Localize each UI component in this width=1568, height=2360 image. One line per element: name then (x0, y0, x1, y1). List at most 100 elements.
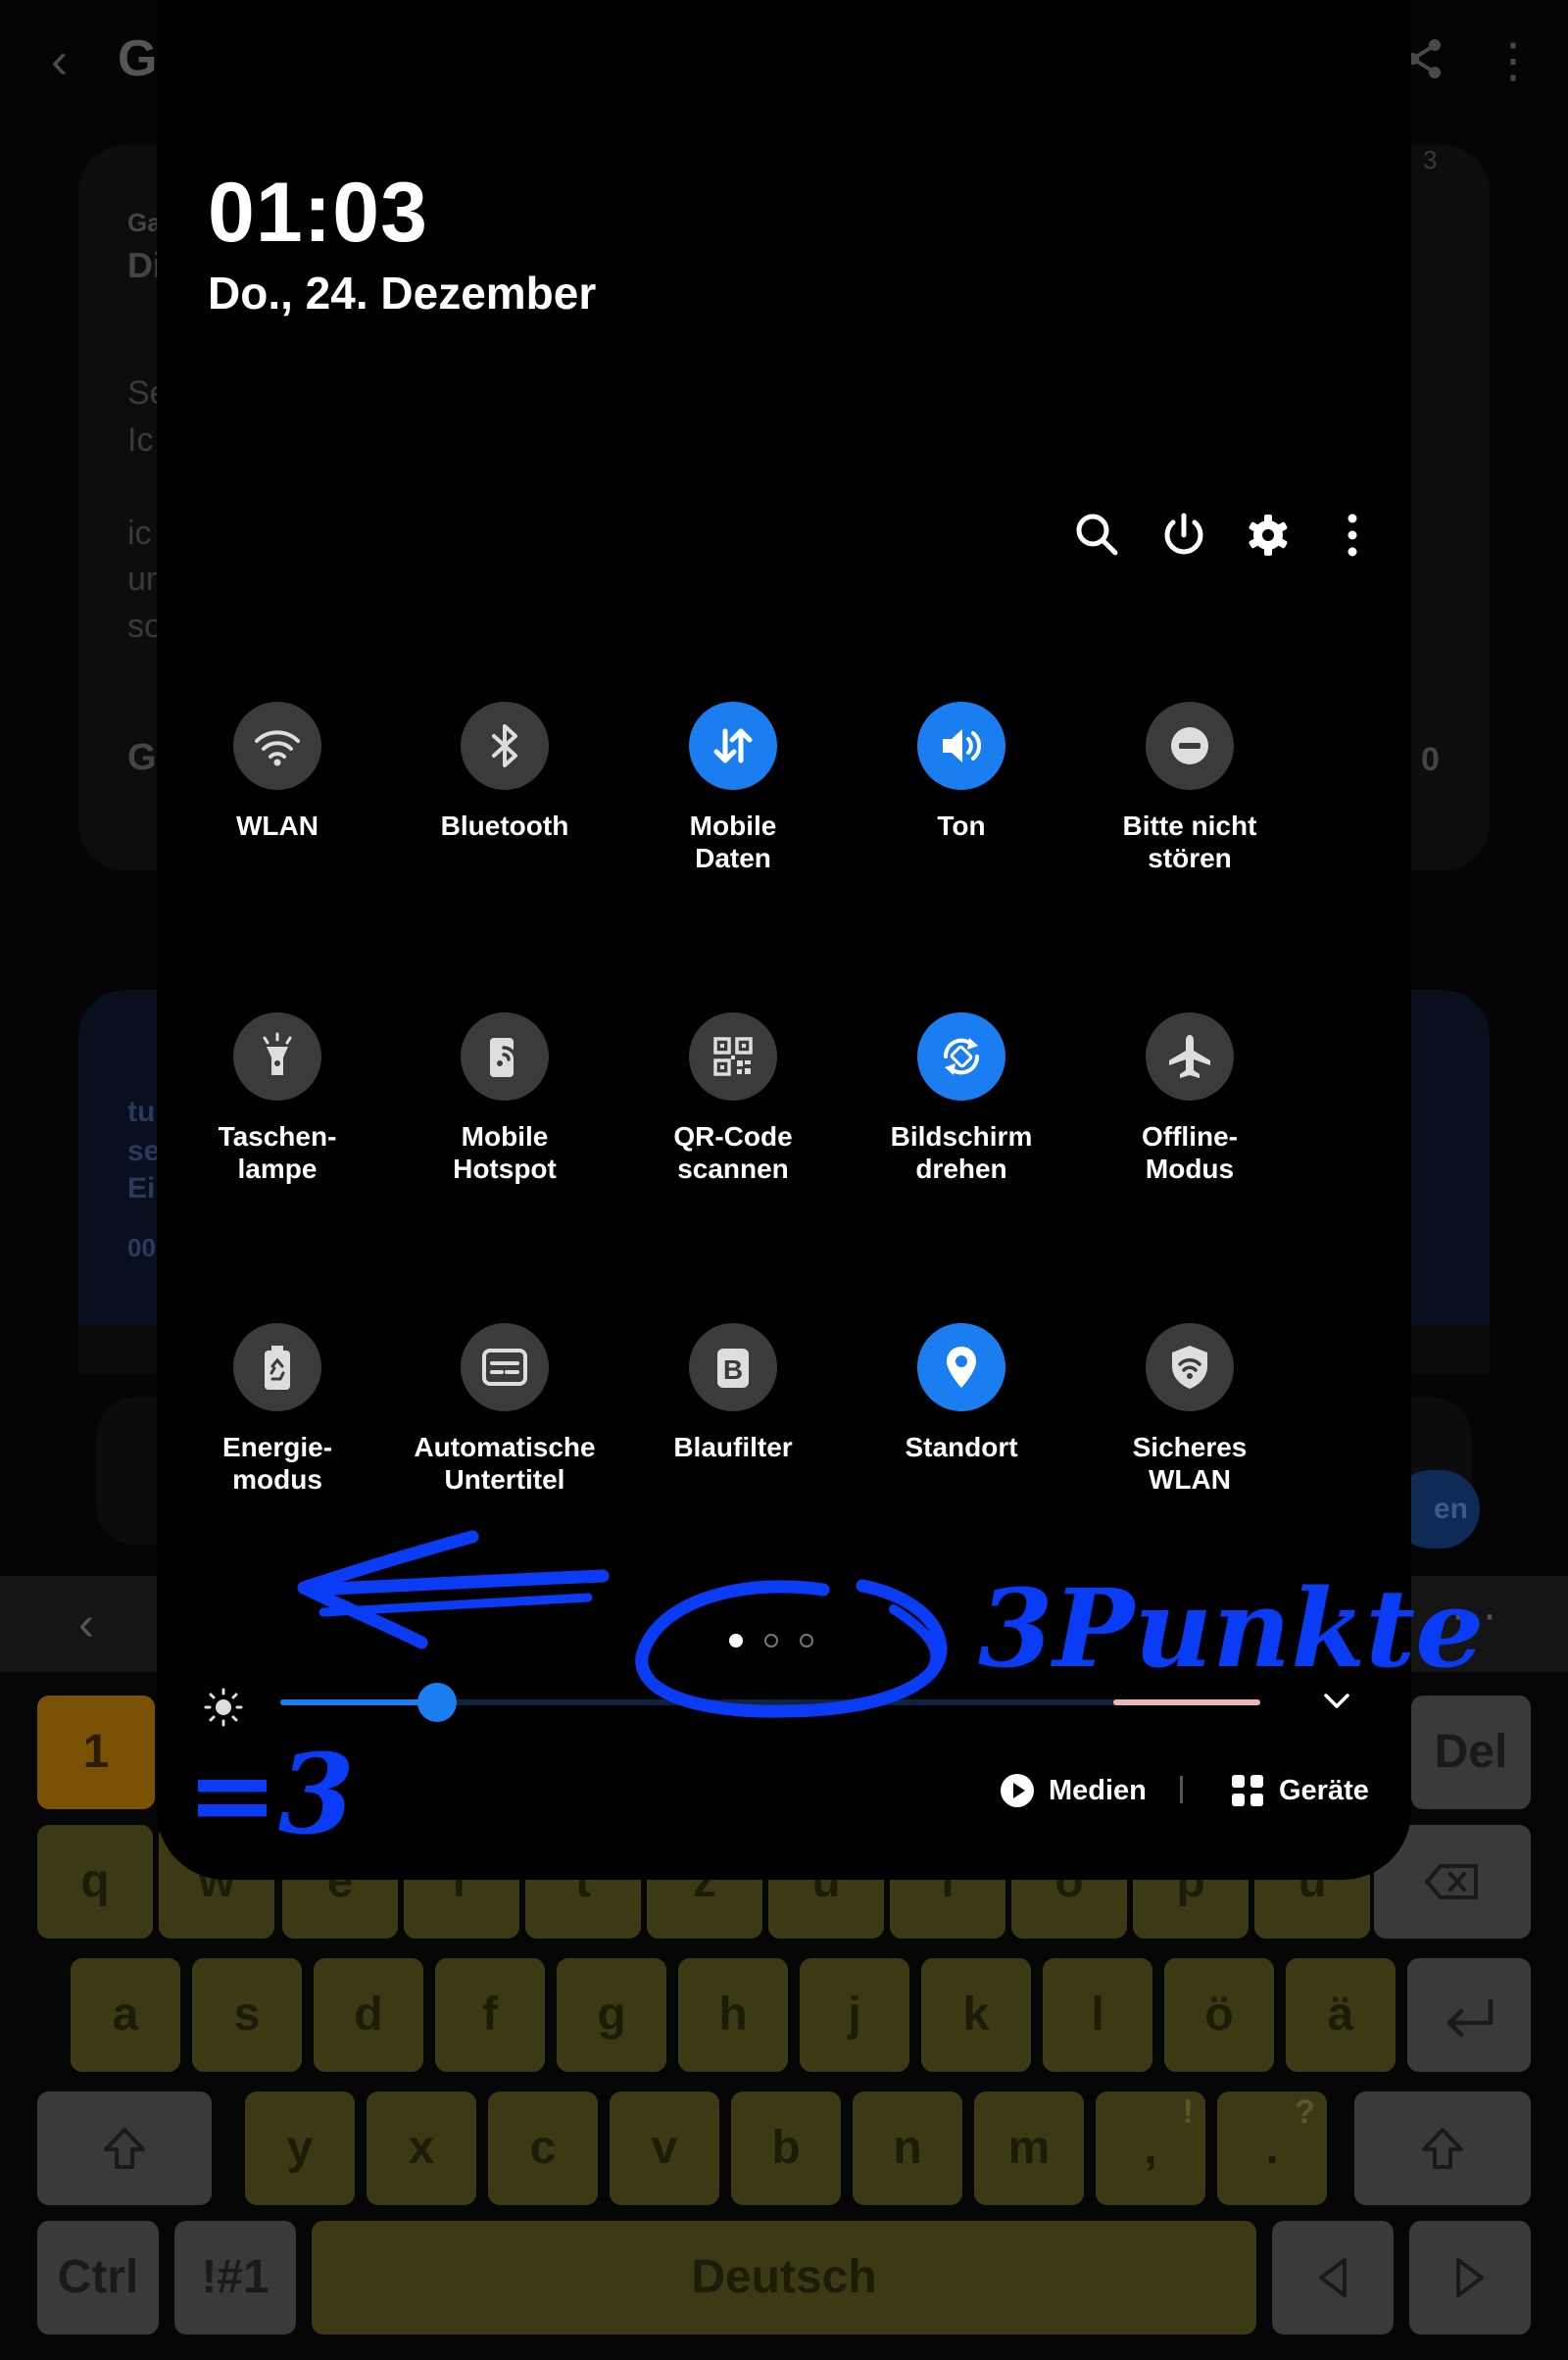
tile-location-pin[interactable]: Standort (858, 1323, 1064, 1463)
sound-icon[interactable] (917, 702, 1005, 790)
key-j[interactable]: j (800, 1958, 909, 2072)
shift-icon (1422, 2128, 1463, 2169)
devices-button[interactable]: Geräte (1230, 1769, 1369, 1812)
power-icon[interactable] (1154, 506, 1213, 565)
settings-gear-icon[interactable] (1239, 506, 1298, 565)
key-n[interactable]: n (853, 2091, 962, 2205)
tile-label: Blaufilter (673, 1432, 793, 1462)
media-button[interactable]: Medien (1000, 1769, 1147, 1812)
brightness-slider[interactable] (280, 1683, 1260, 1722)
cursor-left-key[interactable] (1272, 2221, 1394, 2335)
more-vertical-icon[interactable] (1323, 506, 1382, 565)
airplane-icon[interactable] (1146, 1012, 1234, 1101)
shift-key-left[interactable] (37, 2091, 212, 2205)
svg-text:B: B (723, 1354, 743, 1385)
brightness-slider-high-zone (1113, 1699, 1260, 1705)
key-v[interactable]: v (610, 2091, 719, 2205)
media-button-label: Medien (1049, 1774, 1147, 1806)
key-label: g (597, 1989, 626, 2040)
tile-label: Bitte nicht stören (1122, 811, 1257, 873)
panel-actions (157, 506, 1411, 565)
key-b[interactable]: b (731, 2091, 841, 2205)
background-text: G (127, 737, 157, 778)
key-period[interactable]: .? (1217, 2091, 1327, 2205)
mobile-data-icon[interactable] (689, 702, 777, 790)
key-ö[interactable]: ö (1164, 1958, 1274, 2072)
tile-subtitles[interactable]: Automatische Untertitel (402, 1323, 608, 1496)
blue-light-filter-icon[interactable]: B (689, 1323, 777, 1411)
tile-wifi[interactable]: WLAN (174, 702, 380, 842)
tile-airplane[interactable]: Offline- Modus (1087, 1012, 1293, 1185)
key-g[interactable]: g (557, 1958, 666, 2072)
battery-recycle-icon[interactable] (233, 1323, 321, 1411)
rotate-screen-icon[interactable] (917, 1012, 1005, 1101)
key-label: k (962, 1989, 990, 2040)
enter-key[interactable] (1407, 1958, 1531, 2072)
key-x[interactable]: x (367, 2091, 476, 2205)
date[interactable]: Do., 24. Dezember (208, 267, 596, 320)
key-s[interactable]: s (192, 1958, 302, 2072)
keyboard-toolbar-more-icon[interactable]: ··· (1450, 1588, 1497, 1642)
clock[interactable]: 01:03 (208, 165, 428, 262)
space-key[interactable]: Deutsch (312, 2221, 1256, 2335)
brightness-slider-handle[interactable] (417, 1683, 457, 1722)
tile-qr-code[interactable]: QR-Code scannen (630, 1012, 836, 1185)
tile-label: Mobile Hotspot (453, 1121, 557, 1184)
shift-icon (104, 2128, 145, 2169)
key-1[interactable]: 1 (37, 1696, 155, 1809)
page-dot[interactable] (800, 1634, 813, 1647)
tile-do-not-disturb[interactable]: Bitte nicht stören (1087, 702, 1293, 874)
keyboard-toolbar-back-icon[interactable]: ‹ (78, 1598, 94, 1651)
tile-flashlight[interactable]: Taschen- lampe (174, 1012, 380, 1185)
hotspot-icon[interactable] (461, 1012, 549, 1101)
qr-code-icon[interactable] (689, 1012, 777, 1101)
devices-button-label: Geräte (1279, 1774, 1369, 1806)
search-icon[interactable] (1068, 506, 1127, 565)
key-label: h (718, 1989, 748, 2040)
key-comma[interactable]: ,! (1096, 2091, 1205, 2205)
bluetooth-icon[interactable] (461, 702, 549, 790)
key-q[interactable]: q (37, 1825, 153, 1939)
key-k[interactable]: k (921, 1958, 1031, 2072)
tile-mobile-data[interactable]: Mobile Daten (630, 702, 836, 874)
chevron-down-icon[interactable] (1319, 1684, 1354, 1719)
shift-key-right[interactable] (1354, 2091, 1531, 2205)
tile-rotate-screen[interactable]: Bildschirm drehen (858, 1012, 1064, 1185)
tile-bluetooth[interactable]: Bluetooth (402, 702, 608, 842)
triangle-left-icon (1319, 2258, 1347, 2297)
secure-wifi-icon[interactable] (1146, 1323, 1234, 1411)
tile-sound[interactable]: Ton (858, 702, 1064, 842)
tile-label: Bluetooth (440, 811, 569, 841)
key-label: a (112, 1989, 139, 2040)
tile-label: QR-Code scannen (673, 1121, 793, 1184)
key-m[interactable]: m (974, 2091, 1084, 2205)
flashlight-icon[interactable] (233, 1012, 321, 1101)
tile-hotspot[interactable]: Mobile Hotspot (402, 1012, 608, 1185)
cursor-right-key[interactable] (1409, 2221, 1531, 2335)
page-dot[interactable] (764, 1634, 778, 1647)
subtitles-icon[interactable] (461, 1323, 549, 1411)
location-pin-icon[interactable] (917, 1323, 1005, 1411)
do-not-disturb-icon[interactable] (1146, 702, 1234, 790)
key-c[interactable]: c (488, 2091, 598, 2205)
key-y[interactable]: y (245, 2091, 355, 2205)
tile-label: Energie- modus (221, 1432, 333, 1495)
background-more-icon: ⋮ (1490, 35, 1537, 87)
page-dot[interactable] (729, 1634, 743, 1647)
del-key[interactable]: Del (1411, 1696, 1531, 1809)
tile-blue-light-filter[interactable]: B Blaufilter (630, 1323, 836, 1463)
key-d[interactable]: d (314, 1958, 423, 2072)
key-l[interactable]: l (1043, 1958, 1152, 2072)
key-h[interactable]: h (678, 1958, 788, 2072)
tile-secure-wifi[interactable]: Sicheres WLAN (1087, 1323, 1293, 1496)
key-ä[interactable]: ä (1286, 1958, 1396, 2072)
key-a[interactable]: a (71, 1958, 180, 2072)
ctrl-key[interactable]: Ctrl (37, 2221, 159, 2335)
key-f[interactable]: f (435, 1958, 545, 2072)
key-label: b (771, 2122, 801, 2174)
tile-battery-recycle[interactable]: Energie- modus (174, 1323, 380, 1496)
wifi-icon[interactable] (233, 702, 321, 790)
tile-label: Automatische Untertitel (414, 1432, 596, 1495)
page-indicator[interactable] (729, 1632, 839, 1651)
symbols-key[interactable]: !#1 (174, 2221, 296, 2335)
